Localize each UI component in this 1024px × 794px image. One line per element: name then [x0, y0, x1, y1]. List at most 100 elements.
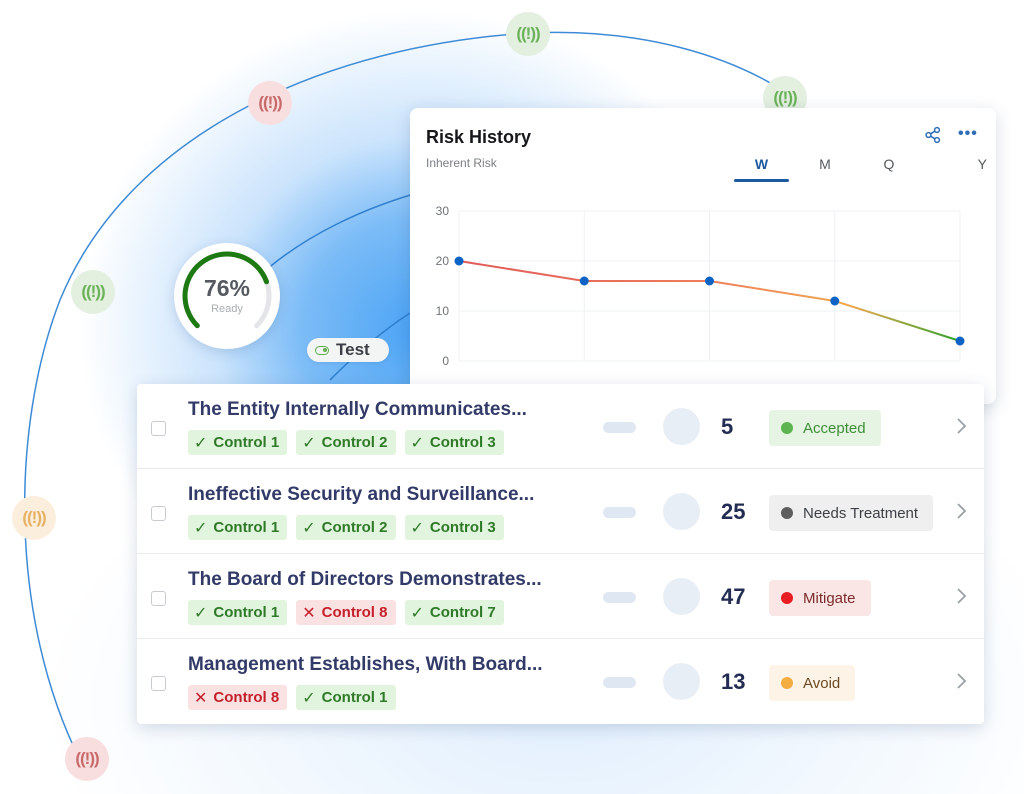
risk-title[interactable]: Management Establishes, With Board...	[188, 654, 543, 676]
alarm-alert-icon: ((!))	[516, 24, 540, 43]
control-label: Control 8	[213, 689, 280, 706]
alarm-alert-icon: ((!))	[75, 749, 99, 768]
status-dot-icon	[781, 592, 793, 604]
alert-node[interactable]: ((!))	[65, 737, 109, 781]
check-icon: ✓	[410, 519, 424, 537]
status-dot-icon	[781, 507, 793, 519]
placeholder-bar	[603, 507, 636, 518]
status-label: Accepted	[803, 419, 866, 437]
placeholder-bar	[603, 592, 636, 603]
status-label: Mitigate	[803, 589, 856, 607]
row-checkbox[interactable]	[151, 591, 166, 606]
tab-month[interactable]: M	[789, 154, 861, 182]
control-tags: ✓ Control 1 ✕ Control 8 ✓ Control 7	[188, 600, 504, 625]
status-badge: Accepted	[769, 410, 881, 446]
control-tag: ✓ Control 1	[296, 685, 396, 710]
alarm-alert-icon: ((!))	[81, 282, 105, 301]
share-icon[interactable]	[924, 126, 942, 144]
row-checkbox[interactable]	[151, 506, 166, 521]
control-tags: ✓ Control 1 ✓ Control 2 ✓ Control 3	[188, 430, 504, 455]
data-point[interactable]	[955, 336, 965, 346]
owner-avatar	[663, 663, 700, 700]
owner-avatar	[663, 408, 700, 445]
data-point[interactable]	[705, 276, 714, 286]
chevron-right-icon[interactable]	[955, 415, 969, 437]
risk-row[interactable]: Ineffective Security and Surveillance...…	[137, 469, 984, 554]
row-checkbox[interactable]	[151, 676, 166, 691]
data-point[interactable]	[454, 256, 464, 266]
control-tag: ✕ Control 8	[188, 685, 288, 710]
status-badge: Avoid	[769, 665, 856, 701]
alert-node[interactable]: ((!))	[12, 496, 56, 540]
y-tick-label: 10	[436, 304, 450, 318]
status-badge: Mitigate	[769, 580, 871, 616]
check-icon: ✓	[302, 689, 316, 707]
risk-score: 25	[721, 499, 746, 524]
placeholder-bar	[603, 422, 636, 433]
test-toggle-badge[interactable]: Test	[307, 338, 389, 362]
status-label: Needs Treatment	[803, 504, 919, 522]
tab-week[interactable]: W	[734, 154, 789, 182]
risk-score: 5	[721, 414, 734, 439]
chevron-right-icon[interactable]	[955, 585, 969, 607]
chevron-right-icon[interactable]	[955, 670, 969, 692]
toggle-icon[interactable]	[315, 345, 329, 355]
control-tag: ✓ Control 7	[404, 600, 504, 625]
readiness-gauge: 76% Ready	[174, 243, 280, 349]
test-label: Test	[336, 340, 370, 359]
owner-avatar	[663, 493, 700, 530]
alert-node[interactable]: ((!))	[71, 270, 115, 314]
risk-history-card: Risk History Inherent Risk ••• W M Q Y 0…	[410, 108, 996, 404]
check-icon: ✓	[410, 434, 424, 452]
chevron-right-icon[interactable]	[955, 500, 969, 522]
alarm-alert-icon: ((!))	[22, 508, 46, 527]
risk-title[interactable]: The Board of Directors Demonstrates...	[188, 569, 542, 591]
more-horizontal-icon[interactable]: •••	[958, 125, 978, 143]
risk-title[interactable]: Ineffective Security and Surveillance...	[188, 484, 534, 506]
tab-quarter[interactable]: Q	[861, 154, 917, 182]
card-subtitle: Inherent Risk	[426, 156, 497, 170]
data-point[interactable]	[579, 276, 589, 286]
risk-list: The Entity Internally Communicates... ✓ C…	[137, 384, 984, 724]
placeholder-bar	[603, 677, 636, 688]
control-tag: ✓ Control 2	[296, 430, 396, 455]
readiness-value: 76%	[203, 275, 251, 301]
card-title: Risk History	[426, 127, 532, 147]
check-icon: ✓	[194, 434, 208, 452]
status-badge: Needs Treatment	[769, 495, 934, 531]
check-icon: ✓	[302, 434, 316, 452]
control-label: Control 1	[321, 689, 388, 706]
check-icon: ✓	[302, 519, 316, 537]
row-checkbox[interactable]	[151, 421, 166, 436]
control-label: Control 2	[321, 434, 388, 451]
control-tag: ✓ Control 1	[188, 600, 288, 625]
risk-row[interactable]: The Board of Directors Demonstrates... ✓…	[137, 554, 984, 639]
cross-icon: ✕	[302, 604, 316, 622]
risk-row[interactable]: The Entity Internally Communicates... ✓ C…	[137, 384, 984, 469]
control-label: Control 1	[213, 604, 280, 621]
risk-row[interactable]: Management Establishes, With Board... ✕ C…	[137, 639, 984, 724]
check-icon: ✓	[410, 604, 424, 622]
cross-icon: ✕	[194, 689, 208, 707]
status-label: Avoid	[803, 674, 841, 692]
alert-node[interactable]: ((!))	[248, 81, 292, 125]
y-tick-label: 0	[442, 354, 449, 368]
risk-title[interactable]: The Entity Internally Communicates...	[188, 399, 527, 421]
control-label: Control 3	[429, 434, 496, 451]
risk-score: 13	[721, 669, 746, 694]
owner-avatar	[663, 578, 700, 615]
control-label: Control 3	[429, 519, 496, 536]
alarm-alert-icon: ((!))	[773, 88, 797, 107]
control-label: Control 2	[321, 519, 388, 536]
readiness-label: Ready	[211, 303, 243, 315]
status-dot-icon	[781, 422, 793, 434]
tab-year[interactable]: Y	[917, 154, 991, 182]
data-point[interactable]	[830, 296, 840, 306]
alert-node[interactable]: ((!))	[506, 12, 550, 56]
alarm-alert-icon: ((!))	[258, 93, 282, 112]
control-label: Control 7	[429, 604, 496, 621]
status-dot-icon	[781, 677, 793, 689]
y-tick-label: 20	[436, 254, 450, 268]
control-tags: ✓ Control 1 ✓ Control 2 ✓ Control 3	[188, 515, 504, 540]
risk-line-chart: 0 10 20 30	[436, 204, 965, 368]
